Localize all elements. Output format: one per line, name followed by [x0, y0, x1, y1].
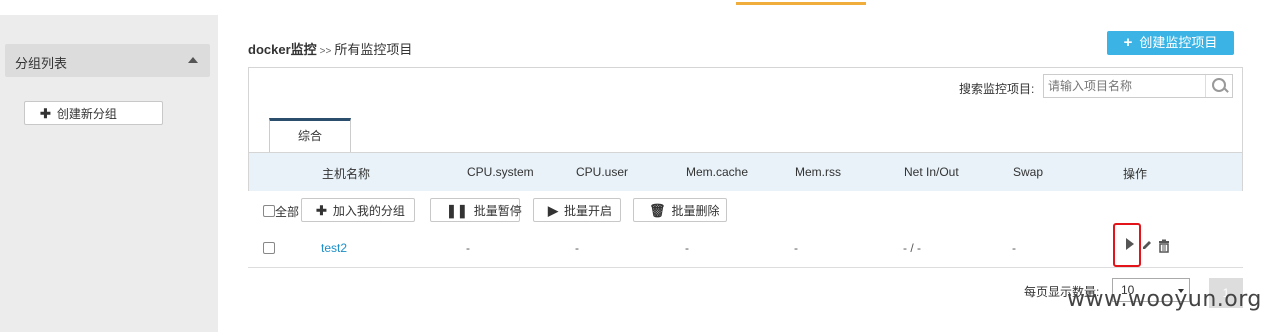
column-header-net: Net In/Out: [904, 165, 959, 179]
column-header-host: 主机名称: [322, 167, 371, 181]
search-box: [1043, 74, 1233, 98]
cell-swap: -: [1012, 241, 1016, 255]
play-icon[interactable]: [1126, 238, 1134, 250]
monitor-panel: 搜索监控项目: 综合 主机名称 CPU.system CPU.user Mem.…: [248, 67, 1243, 191]
column-header-swap: Swap: [1013, 165, 1044, 179]
trash-icon[interactable]: [1157, 239, 1171, 253]
table-header: 主机名称 CPU.system CPU.user Mem.cache Mem.r…: [249, 152, 1242, 191]
batch-start-button[interactable]: ▶ 批量开启: [533, 198, 621, 222]
caret-up-icon[interactable]: [188, 57, 198, 63]
add-to-group-button[interactable]: ✚ 加入我的分组: [301, 198, 415, 222]
create-group-button[interactable]: ✚ 创建新分组: [24, 101, 163, 125]
batch-pause-button[interactable]: ❚❚ 批量暂停: [430, 198, 522, 222]
cell-mem-rss: -: [794, 241, 798, 255]
plus-icon: ✚: [40, 106, 51, 121]
add-to-group-label: 加入我的分组: [332, 204, 405, 218]
group-list-header[interactable]: 分组列表: [5, 44, 210, 77]
play-icon: ▶: [548, 203, 558, 218]
batch-delete-button[interactable]: 🗑 批量删除: [633, 198, 727, 222]
batch-delete-label: 批量删除: [671, 204, 720, 218]
column-header-cpu-system: CPU.system: [467, 165, 534, 179]
column-header-cpu-user: CPU.user: [576, 165, 629, 179]
active-nav-indicator: [736, 2, 866, 5]
breadcrumb-current: 所有监控项目: [334, 42, 413, 57]
search-button[interactable]: [1205, 75, 1232, 97]
batch-toolbar: 全部 ✚ 加入我的分组 ❚❚ 批量暂停 ▶ 批量开启 🗑 批量删除: [248, 195, 1243, 225]
breadcrumb: docker监控 >> 所有监控项目: [248, 39, 412, 58]
search-icon-handle: [1223, 87, 1229, 93]
table-row: test2 - - - - - / - -: [248, 223, 1243, 268]
breadcrumb-separator: >>: [319, 46, 332, 57]
column-header-mem-cache: Mem.cache: [686, 165, 749, 179]
row-checkbox[interactable]: [263, 242, 275, 254]
search-label: 搜索监控项目:: [959, 82, 1035, 96]
cell-cpu-user: -: [575, 241, 579, 255]
select-all-checkbox[interactable]: [263, 205, 275, 217]
edit-icon[interactable]: [1141, 239, 1153, 251]
sidebar: 分组列表 ✚ 创建新分组: [0, 30, 218, 332]
select-all-label: 全部: [275, 205, 300, 219]
watermark: www.wooyun.org: [1067, 287, 1262, 312]
plus-icon: ✚: [316, 203, 327, 218]
create-project-button[interactable]: + 创建监控项目: [1107, 31, 1234, 55]
pause-icon: ❚❚: [446, 203, 468, 218]
column-header-mem-rss: Mem.rss: [795, 165, 841, 179]
search-input[interactable]: [1048, 78, 1198, 94]
cell-net: - / -: [903, 241, 921, 255]
plus-icon: +: [1123, 34, 1133, 51]
group-list-title: 分组列表: [15, 56, 68, 71]
tab-overview[interactable]: 综合: [269, 118, 351, 152]
main-content: docker监控>>所有监控项目 + 创建监控项目 搜索监控项目: 综合 主机名称…: [218, 15, 1273, 332]
create-group-label: 创建新分组: [56, 107, 117, 121]
top-bar: [0, 0, 1273, 15]
host-link[interactable]: test2: [321, 241, 347, 255]
trash-icon: 🗑: [649, 203, 666, 218]
batch-pause-label: 批量暂停: [473, 204, 522, 218]
cell-cpu-system: -: [466, 241, 470, 255]
cell-mem-cache: -: [685, 241, 689, 255]
column-header-actions: 操作: [1123, 167, 1148, 181]
batch-start-label: 批量开启: [564, 204, 613, 218]
breadcrumb-root[interactable]: docker监控: [248, 42, 317, 57]
create-project-label: 创建监控项目: [1139, 35, 1218, 50]
